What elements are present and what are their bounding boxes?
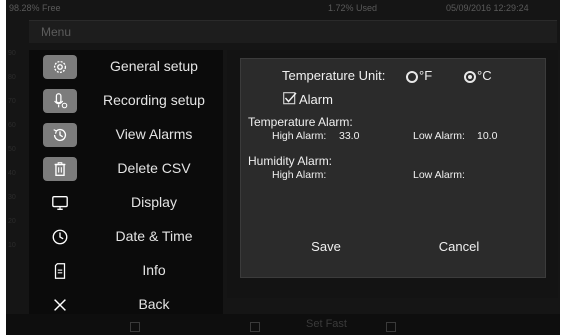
background-text: Set Fast (306, 318, 347, 330)
menu-label: Date & Time (115, 228, 193, 244)
background-box-icon (130, 322, 140, 332)
gear-icon (43, 55, 77, 79)
menu-item-view-alarms[interactable]: View Alarms (29, 118, 223, 152)
temperature-unit-label: Temperature Unit: (282, 68, 386, 83)
menu-label: Recording setup (103, 92, 205, 108)
save-button[interactable]: Save (286, 239, 366, 254)
menu-sidebar: General setup Recording setup View Alarm… (29, 50, 223, 330)
menu-label: Delete CSV (117, 160, 191, 176)
background-box-icon (386, 322, 396, 332)
menu-item-general-setup[interactable]: General setup (29, 50, 223, 84)
microphone-settings-icon (43, 89, 77, 113)
radio-icon (406, 71, 418, 83)
temperature-alarm-label: Temperature Alarm: (248, 115, 353, 129)
storage-used: 1.72% Used (328, 3, 378, 13)
settings-panel: Temperature Unit: °F °C Alarm Temperatur… (227, 50, 558, 298)
storage-free: 98.28% Free (9, 3, 61, 13)
document-icon (43, 259, 77, 283)
unit-c-label: °C (477, 68, 492, 83)
menu-label: General setup (110, 58, 198, 74)
unit-c-radio[interactable]: °C (464, 68, 508, 84)
temp-low-alarm-value[interactable]: 10.0 (477, 130, 497, 142)
monitor-icon (43, 191, 77, 215)
menu-label: Info (142, 262, 166, 278)
hum-low-alarm-label: Low Alarm: (413, 169, 465, 181)
menu-item-info[interactable]: Info (29, 254, 223, 288)
menu-label: View Alarms (115, 126, 193, 142)
background-toolbar: Set Fast (6, 314, 560, 335)
status-datetime: 05/09/2016 12:29:24 (446, 3, 529, 13)
clock-history-icon (43, 123, 77, 147)
temp-high-alarm-value[interactable]: 33.0 (339, 130, 359, 142)
alarm-label: Alarm (299, 92, 333, 107)
menu-item-display[interactable]: Display (29, 186, 223, 220)
menu-label: Back (138, 296, 170, 312)
background-chart-edge: 90 80 70 60 50 40 30 20 10 (8, 50, 16, 249)
unit-f-label: °F (419, 68, 433, 83)
menu-title: Menu (41, 25, 72, 39)
cancel-button[interactable]: Cancel (419, 239, 499, 254)
menu-item-delete-csv[interactable]: Delete CSV (29, 152, 223, 186)
clock-icon (43, 225, 77, 249)
trash-icon (43, 157, 77, 181)
menu-label: Display (131, 194, 177, 210)
menu-item-date-time[interactable]: Date & Time (29, 220, 223, 254)
general-setup-form: Temperature Unit: °F °C Alarm Temperatur… (240, 58, 546, 278)
radio-selected-icon (464, 71, 476, 83)
temp-high-alarm-label: High Alarm: (272, 130, 327, 142)
hum-high-alarm-label: High Alarm: (272, 169, 327, 181)
temp-low-alarm-label: Low Alarm: (413, 130, 465, 142)
menu-item-recording-setup[interactable]: Recording setup (29, 84, 223, 118)
humidity-alarm-label: Humidity Alarm: (248, 154, 333, 168)
device-screen: 98.28% Free 1.72% Used 05/09/2016 12:29:… (6, 0, 560, 335)
status-bar: 98.28% Free 1.72% Used 05/09/2016 12:29:… (6, 0, 560, 15)
background-box-icon (250, 322, 260, 332)
menu-title-bar: Menu (29, 20, 557, 43)
alarm-checkbox[interactable]: Alarm (283, 91, 353, 109)
unit-f-radio[interactable]: °F (406, 68, 450, 84)
checkbox-checked-icon (283, 92, 297, 105)
